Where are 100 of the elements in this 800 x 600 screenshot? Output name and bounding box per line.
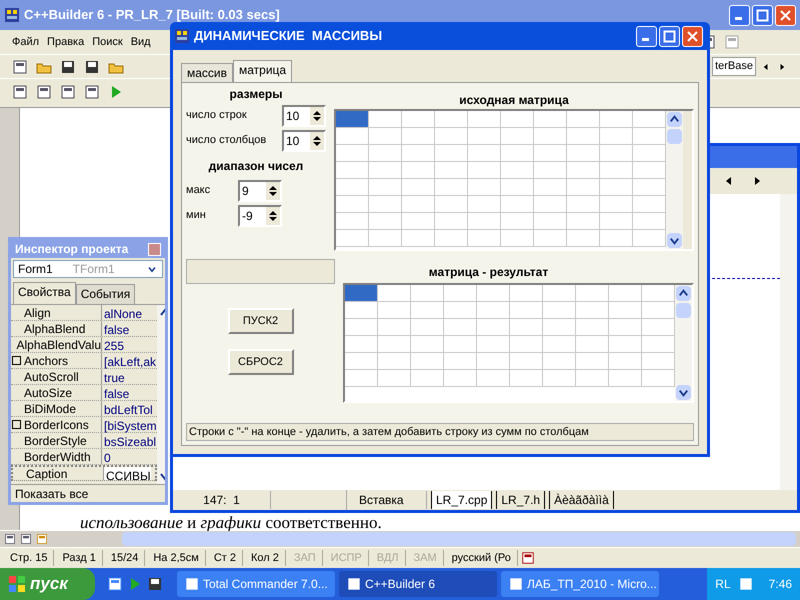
grid-cell[interactable] <box>468 196 501 213</box>
grid-cell[interactable] <box>468 128 501 145</box>
grid-cell[interactable] <box>369 230 402 247</box>
grid-cell[interactable] <box>411 285 444 302</box>
grid-cell[interactable] <box>411 370 444 387</box>
grid-cell[interactable] <box>501 230 534 247</box>
grid-cell[interactable] <box>402 230 435 247</box>
grid-cell[interactable] <box>336 230 369 247</box>
grid-cell[interactable] <box>468 230 501 247</box>
grid-cell[interactable] <box>609 370 642 387</box>
grid-cell[interactable] <box>345 319 378 336</box>
grid-cell[interactable] <box>567 213 600 230</box>
grid-cell[interactable] <box>633 179 666 196</box>
scrollbar[interactable] <box>675 285 692 401</box>
grid-cell[interactable] <box>576 302 609 319</box>
property-row[interactable]: Anchors [akLeft,ak <box>11 353 157 369</box>
grid-cell[interactable] <box>543 370 576 387</box>
grid-cell[interactable] <box>402 213 435 230</box>
horizontal-scrollbar[interactable] <box>122 532 796 546</box>
floppy-icon[interactable] <box>147 576 163 592</box>
grid-cell[interactable] <box>369 196 402 213</box>
grid-cell[interactable] <box>534 230 567 247</box>
tab[interactable]: Свойства <box>13 282 76 304</box>
spin-field[interactable]: 10 <box>282 104 326 126</box>
action-button[interactable]: СБРОС2 <box>228 349 294 375</box>
grid-cell[interactable] <box>576 336 609 353</box>
grid-cell[interactable] <box>468 213 501 230</box>
grid-cell[interactable] <box>477 336 510 353</box>
grid-cell[interactable] <box>369 162 402 179</box>
action-button[interactable]: ПУСК2 <box>228 308 294 334</box>
grid-cell[interactable] <box>435 162 468 179</box>
grid-cell[interactable] <box>567 196 600 213</box>
grid-cell[interactable] <box>543 319 576 336</box>
grid-cell[interactable] <box>576 285 609 302</box>
object-selector[interactable]: Form1 TForm1 <box>13 260 163 278</box>
start-button[interactable]: пуск <box>0 568 95 600</box>
grid-cell[interactable] <box>336 179 369 196</box>
grid-cell[interactable] <box>336 145 369 162</box>
grid-cell[interactable] <box>345 285 378 302</box>
grid-cell[interactable] <box>411 336 444 353</box>
grid-cell[interactable] <box>543 336 576 353</box>
grid-cell[interactable] <box>642 353 675 370</box>
grid-cell[interactable] <box>345 353 378 370</box>
grid-cell[interactable] <box>402 111 435 128</box>
grid-cell[interactable] <box>435 213 468 230</box>
tab[interactable]: матрица <box>233 60 292 82</box>
grid-cell[interactable] <box>369 213 402 230</box>
grid-cell[interactable] <box>378 353 411 370</box>
menu-item[interactable]: Поиск <box>92 34 123 50</box>
grid-cell[interactable] <box>534 111 567 128</box>
expand-icon[interactable] <box>12 356 21 365</box>
grid-cell[interactable] <box>435 111 468 128</box>
grid-cell[interactable] <box>642 302 675 319</box>
grid-cell[interactable] <box>600 111 633 128</box>
grid-cell[interactable] <box>633 162 666 179</box>
grid-cell[interactable] <box>633 111 666 128</box>
grid-cell[interactable] <box>402 162 435 179</box>
grid-cell[interactable] <box>444 370 477 387</box>
property-row[interactable]: Align alNone <box>11 305 157 321</box>
grid-cell[interactable] <box>402 145 435 162</box>
close-button[interactable] <box>775 4 796 26</box>
grid-cell[interactable] <box>444 302 477 319</box>
scroll-thumb[interactable] <box>667 129 682 144</box>
grid-cell[interactable] <box>633 128 666 145</box>
grid-cell[interactable] <box>468 179 501 196</box>
grid-cell[interactable] <box>567 230 600 247</box>
grid-cell[interactable] <box>435 179 468 196</box>
grid-cell[interactable] <box>477 302 510 319</box>
tab[interactable]: массив <box>181 63 234 82</box>
grid-cell[interactable] <box>534 213 567 230</box>
spin-arrows-icon[interactable] <box>312 108 322 122</box>
grid-cell[interactable] <box>444 353 477 370</box>
grid-cell[interactable] <box>444 319 477 336</box>
grid-cell[interactable] <box>600 162 633 179</box>
grid-cell[interactable] <box>600 179 633 196</box>
property-row[interactable]: Caption ССИВЫ <box>11 465 157 481</box>
maximize-button[interactable] <box>659 26 680 46</box>
grid-cell[interactable] <box>534 145 567 162</box>
grid-cell[interactable] <box>378 302 411 319</box>
grid-cell[interactable] <box>600 213 633 230</box>
grid-cell[interactable] <box>336 196 369 213</box>
close-button[interactable] <box>148 242 161 256</box>
grid-cell[interactable] <box>510 302 543 319</box>
expand-icon[interactable] <box>12 420 21 429</box>
grid-cell[interactable] <box>336 111 369 128</box>
palette-tab[interactable]: terBase <box>712 57 756 76</box>
property-row[interactable]: AutoSize false <box>11 385 157 401</box>
grid-cell[interactable] <box>576 370 609 387</box>
grid-cell[interactable] <box>501 162 534 179</box>
spin-arrows-icon[interactable] <box>312 134 322 148</box>
property-row[interactable]: BorderIcons [biSystem <box>11 417 157 433</box>
maximize-button[interactable] <box>752 4 773 26</box>
menu-item[interactable]: Вид <box>130 34 151 50</box>
menu-item[interactable]: Файл <box>12 34 40 50</box>
grid-cell[interactable] <box>402 196 435 213</box>
grid-cell[interactable] <box>576 319 609 336</box>
grid-cell[interactable] <box>609 285 642 302</box>
grid-cell[interactable] <box>336 213 369 230</box>
scrollbar[interactable] <box>666 111 683 249</box>
grid-cell[interactable] <box>600 230 633 247</box>
